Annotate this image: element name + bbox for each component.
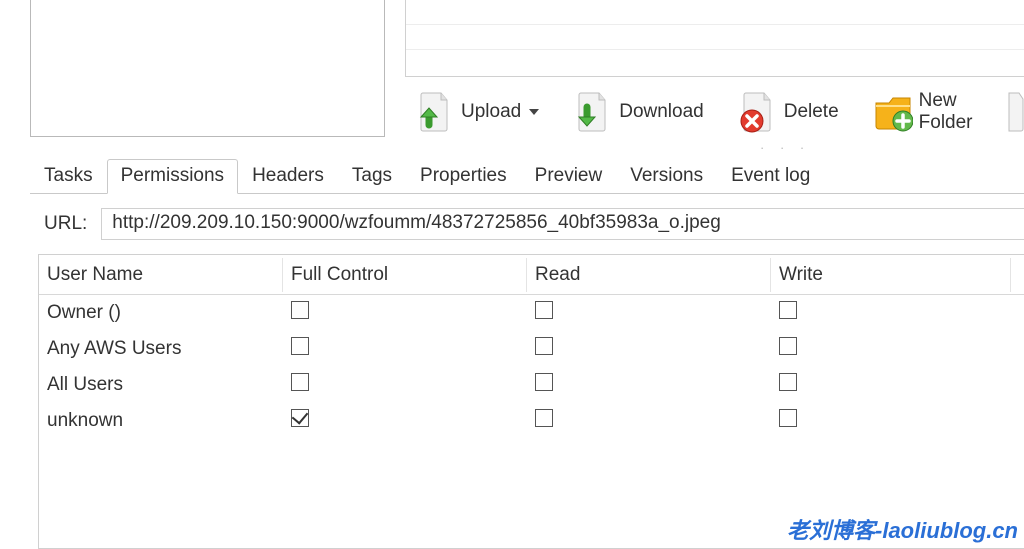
- file-icon: [1007, 91, 1024, 133]
- col-write[interactable]: Write: [771, 258, 1011, 292]
- extra-cell: [1011, 381, 1024, 389]
- upload-button[interactable]: Upload: [409, 88, 545, 136]
- checkbox[interactable]: [779, 373, 797, 391]
- full-cell: [283, 297, 527, 329]
- checkbox[interactable]: [291, 337, 309, 355]
- delete-label: Delete: [784, 101, 839, 123]
- table-row[interactable]: Any AWS Users: [39, 331, 1024, 367]
- tabstrip: TasksPermissionsHeadersTagsPropertiesPre…: [30, 158, 1024, 194]
- tab-versions[interactable]: Versions: [616, 159, 717, 194]
- checkbox[interactable]: [779, 301, 797, 319]
- checkbox[interactable]: [291, 409, 309, 427]
- checkbox[interactable]: [779, 337, 797, 355]
- read-cell: [527, 297, 771, 329]
- write-cell: [771, 333, 1011, 365]
- url-label: URL:: [44, 213, 87, 235]
- username-cell: unknown: [39, 406, 283, 436]
- tab-properties[interactable]: Properties: [406, 159, 521, 194]
- extra-cell: [1011, 345, 1024, 353]
- download-button[interactable]: Download: [567, 88, 710, 136]
- new-folder-button[interactable]: New Folder: [867, 87, 979, 137]
- tab-event-log[interactable]: Event log: [717, 159, 824, 194]
- tab-tasks[interactable]: Tasks: [30, 159, 107, 194]
- col-extra[interactable]: [1011, 269, 1024, 281]
- tab-permissions[interactable]: Permissions: [107, 159, 238, 194]
- full-cell: [283, 369, 527, 401]
- checkbox[interactable]: [535, 301, 553, 319]
- col-username[interactable]: User Name: [39, 258, 283, 292]
- permissions-header-row: User Name Full Control Read Write: [39, 255, 1024, 295]
- checkbox[interactable]: [535, 373, 553, 391]
- table-row[interactable]: All Users: [39, 367, 1024, 403]
- username-cell: All Users: [39, 370, 283, 400]
- new-folder-label: New Folder: [919, 90, 973, 134]
- tree-panel[interactable]: [30, 0, 385, 137]
- toolbar: Upload Download: [405, 83, 1024, 141]
- read-cell: [527, 405, 771, 437]
- upload-icon: [415, 91, 455, 133]
- download-icon: [573, 91, 613, 133]
- tab-preview[interactable]: Preview: [521, 159, 617, 194]
- write-cell: [771, 369, 1011, 401]
- username-cell: Owner (): [39, 298, 283, 328]
- username-cell: Any AWS Users: [39, 334, 283, 364]
- read-cell: [527, 369, 771, 401]
- checkbox[interactable]: [535, 337, 553, 355]
- download-label: Download: [619, 101, 704, 123]
- extra-cell: [1011, 417, 1024, 425]
- read-cell: [527, 333, 771, 365]
- permissions-table: User Name Full Control Read Write Owner …: [38, 254, 1024, 549]
- tab-headers[interactable]: Headers: [238, 159, 338, 194]
- url-field[interactable]: http://209.209.10.150:9000/wzfoumm/48372…: [101, 208, 1024, 240]
- extra-cell: [1011, 309, 1024, 317]
- write-cell: [771, 297, 1011, 329]
- tab-tags[interactable]: Tags: [338, 159, 406, 194]
- new-folder-icon: [873, 91, 913, 133]
- upload-label: Upload: [461, 101, 521, 123]
- checkbox[interactable]: [291, 301, 309, 319]
- delete-button[interactable]: Delete: [732, 88, 845, 136]
- write-cell: [771, 405, 1011, 437]
- col-read[interactable]: Read: [527, 258, 771, 292]
- file-list-panel[interactable]: [405, 0, 1024, 77]
- checkbox[interactable]: [291, 373, 309, 391]
- toolbar-overflow-button[interactable]: [1001, 88, 1024, 136]
- full-cell: [283, 333, 527, 365]
- table-row[interactable]: unknown: [39, 403, 1024, 439]
- full-cell: [283, 405, 527, 437]
- checkbox[interactable]: [779, 409, 797, 427]
- table-row[interactable]: Owner (): [39, 295, 1024, 331]
- delete-icon: [738, 91, 778, 133]
- chevron-down-icon: [529, 109, 539, 115]
- checkbox[interactable]: [535, 409, 553, 427]
- col-fullcontrol[interactable]: Full Control: [283, 258, 527, 292]
- grip-dots: · · ·: [760, 140, 810, 155]
